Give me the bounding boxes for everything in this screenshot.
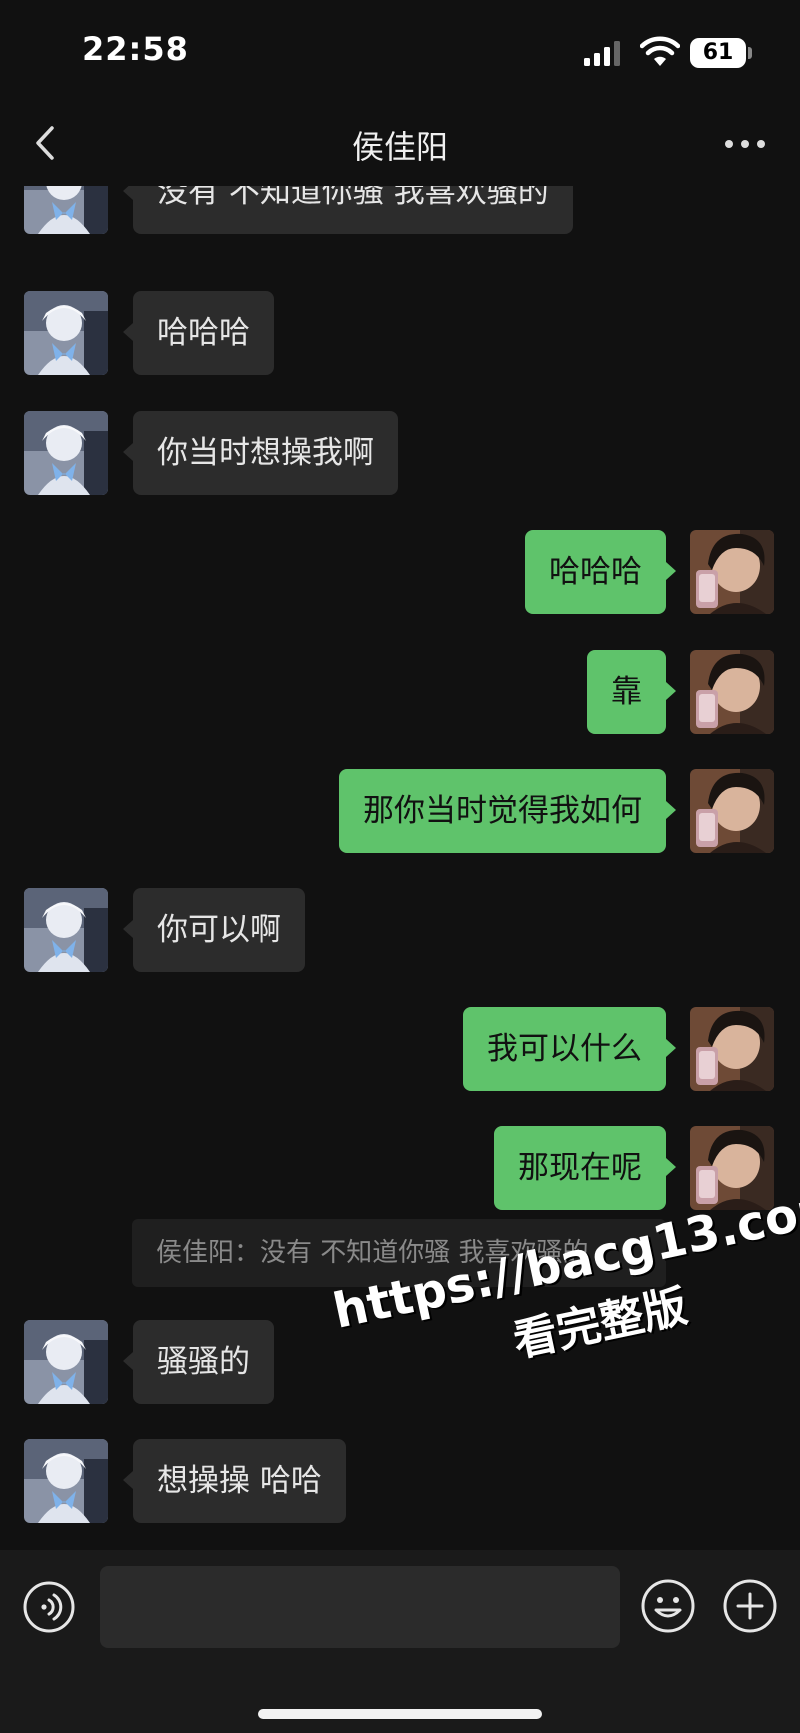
voice-icon[interactable]: [22, 1580, 76, 1634]
more-dots-icon[interactable]: [720, 124, 770, 164]
battery-indicator: 61: [690, 38, 746, 68]
message-bubble-outgoing[interactable]: 那现在呢: [494, 1126, 676, 1210]
battery-tip: [748, 47, 752, 59]
signal-icon: [584, 41, 620, 66]
message-bubble-outgoing[interactable]: 我可以什么: [463, 1007, 676, 1091]
emoji-icon[interactable]: [640, 1578, 696, 1634]
self-avatar[interactable]: [690, 1007, 774, 1091]
message-bubble-outgoing[interactable]: 那你当时觉得我如何: [339, 769, 676, 853]
message-bubble-outgoing[interactable]: 哈哈哈: [525, 530, 676, 614]
message-bubble-incoming[interactable]: 没有 不知道你骚 我喜欢骚的: [123, 186, 573, 234]
contact-avatar[interactable]: [24, 1320, 108, 1404]
chat-area[interactable]: 没有 不知道你骚 我喜欢骚的 哈哈哈 你当时想操我啊 哈哈哈 靠 那你当时觉得我…: [0, 186, 800, 1550]
message-bubble-incoming[interactable]: 骚骚的: [123, 1320, 274, 1404]
message-bubble-incoming[interactable]: 想操操 哈哈: [123, 1439, 346, 1523]
quoted-message[interactable]: 侯佳阳：没有 不知道你骚 我喜欢骚的: [132, 1219, 666, 1287]
status-time: 22:58: [82, 30, 189, 68]
nav-bar: 侯佳阳: [0, 100, 800, 186]
self-avatar[interactable]: [690, 650, 774, 734]
self-avatar[interactable]: [690, 530, 774, 614]
contact-avatar[interactable]: [24, 888, 108, 972]
chat-title: 侯佳阳: [351, 128, 448, 166]
self-avatar[interactable]: [690, 1126, 774, 1210]
home-indicator: [258, 1709, 542, 1719]
self-avatar[interactable]: [690, 769, 774, 853]
contact-avatar[interactable]: [24, 1439, 108, 1523]
message-bubble-incoming[interactable]: 哈哈哈: [123, 291, 274, 375]
message-input[interactable]: [100, 1566, 620, 1648]
contact-avatar[interactable]: [24, 186, 108, 234]
wifi-icon: [640, 36, 680, 66]
message-bubble-incoming[interactable]: 你当时想操我啊: [123, 411, 398, 495]
contact-avatar[interactable]: [24, 411, 108, 495]
contact-avatar[interactable]: [24, 291, 108, 375]
message-bubble-outgoing[interactable]: 靠: [587, 650, 676, 734]
input-bar: [0, 1550, 800, 1733]
message-bubble-incoming[interactable]: 你可以啊: [123, 888, 305, 972]
plus-icon[interactable]: [722, 1578, 778, 1634]
status-bar: 22:58 61: [0, 0, 800, 100]
